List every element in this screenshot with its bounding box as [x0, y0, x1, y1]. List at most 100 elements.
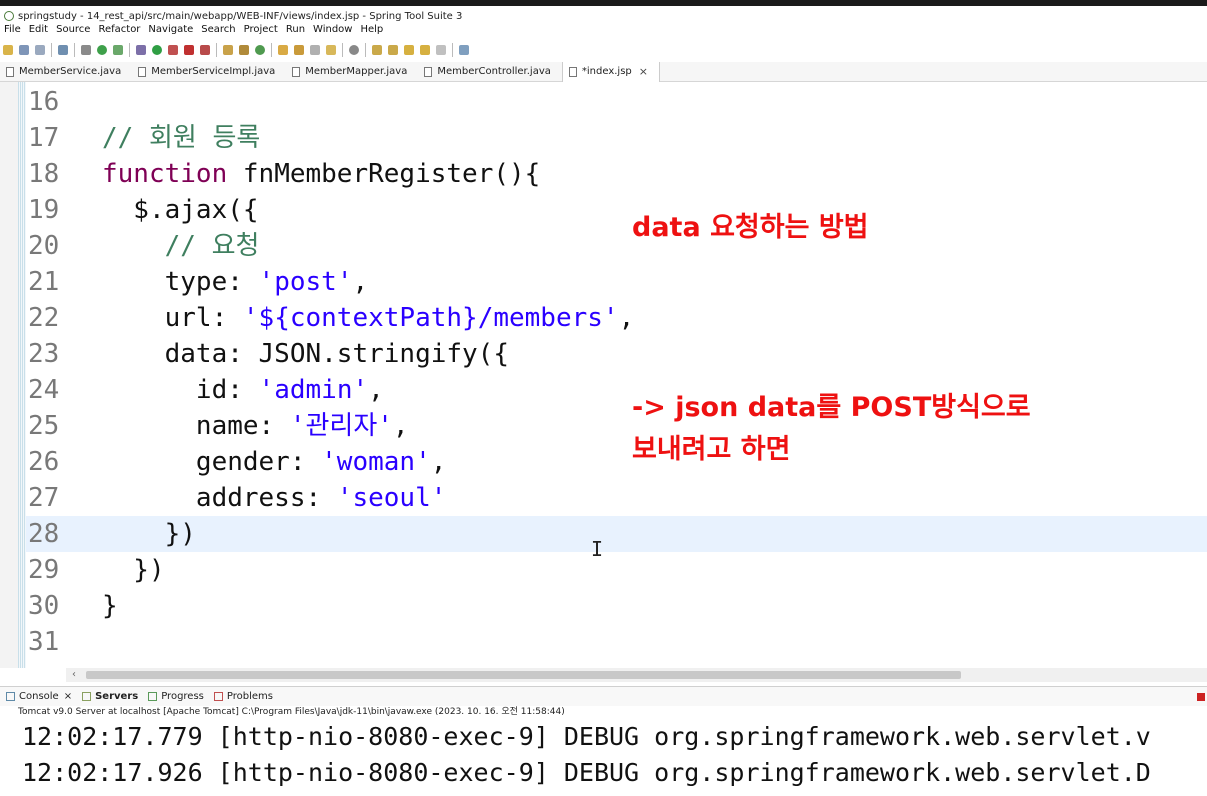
- code-line[interactable]: 30}: [26, 588, 1207, 624]
- new-file-icon[interactable]: [3, 45, 13, 55]
- scrollbar-thumb[interactable]: [86, 671, 961, 679]
- menu-navigate[interactable]: Navigate: [148, 24, 193, 35]
- menu-source[interactable]: Source: [56, 24, 90, 35]
- line-number: 30: [28, 591, 60, 621]
- code-line[interactable]: 18 function fnMemberRegister(){: [26, 156, 1207, 192]
- code-line[interactable]: 26 gender: 'woman',: [26, 444, 1207, 480]
- perspective-icon[interactable]: [459, 45, 469, 55]
- code-line[interactable]: 20 // 요청: [26, 228, 1207, 264]
- tab-membermapper[interactable]: MemberMapper.java: [286, 62, 418, 82]
- previous-annotation-icon[interactable]: [388, 45, 398, 55]
- terminate-icon[interactable]: [1197, 692, 1205, 701]
- annotation-note-1: data 요청하는 방법: [632, 212, 869, 243]
- code-line[interactable]: 31: [26, 624, 1207, 660]
- toolbar-separator: [216, 43, 217, 57]
- close-icon[interactable]: ×: [64, 691, 72, 702]
- code-token: fnMemberRegister(){: [227, 159, 541, 189]
- line-number: 20: [28, 231, 60, 261]
- tab-console[interactable]: Console ×: [6, 691, 72, 702]
- save-icon[interactable]: [19, 45, 29, 55]
- code-line[interactable]: 19 $.ajax({: [26, 192, 1207, 228]
- code-line[interactable]: 28 }): [26, 516, 1207, 552]
- line-number: 24: [28, 375, 60, 405]
- run-icon[interactable]: [152, 45, 162, 55]
- code-line[interactable]: 16: [26, 84, 1207, 120]
- open-resource-icon[interactable]: [294, 45, 304, 55]
- back-arrow-icon[interactable]: [420, 45, 430, 55]
- left-gutter: [0, 82, 18, 668]
- vertical-ruler: [18, 82, 26, 668]
- java-file-icon: [424, 66, 433, 77]
- code-line[interactable]: 29 }): [26, 552, 1207, 588]
- debug-icon[interactable]: [136, 45, 146, 55]
- skip-breakpoints-icon[interactable]: [81, 45, 91, 55]
- new-spring-icon[interactable]: [255, 45, 265, 55]
- search-icon[interactable]: [349, 45, 359, 55]
- code-token: id:: [102, 375, 259, 405]
- code-token: 'seoul': [336, 483, 447, 513]
- refresh-icon[interactable]: [113, 45, 123, 55]
- new-class-icon[interactable]: [239, 45, 249, 55]
- code-token: $.ajax({: [102, 195, 259, 225]
- scroll-left-icon[interactable]: ‹: [72, 668, 76, 682]
- tab-problems[interactable]: Problems: [213, 691, 273, 702]
- code-text: }): [102, 516, 196, 552]
- servers-icon: [82, 692, 92, 701]
- save-all-icon[interactable]: [35, 45, 45, 55]
- code-editor[interactable]: 16 17 // 회원 등록 18 function fnMemberRegister(…: [26, 82, 1207, 668]
- code-line[interactable]: 22 url: '${contextPath}/members',: [26, 300, 1207, 336]
- menu-file[interactable]: File: [4, 24, 21, 35]
- next-annotation-icon[interactable]: [372, 45, 382, 55]
- tab-membercontroller[interactable]: MemberController.java: [418, 62, 562, 82]
- open-type-icon[interactable]: [278, 45, 288, 55]
- stop-icon[interactable]: [184, 45, 194, 55]
- tab-progress[interactable]: Progress: [148, 691, 204, 702]
- code-token: url:: [102, 303, 243, 333]
- menu-refactor[interactable]: Refactor: [98, 24, 140, 35]
- open-folder-icon[interactable]: [326, 45, 336, 55]
- line-number: 21: [28, 267, 60, 297]
- line-number: 16: [28, 87, 60, 117]
- new-package-icon[interactable]: [223, 45, 233, 55]
- toolbar-separator: [365, 43, 366, 57]
- tab-label: *index.jsp: [581, 66, 632, 77]
- code-line[interactable]: 17 // 회원 등록: [26, 120, 1207, 156]
- code-line[interactable]: 27 address: 'seoul': [26, 480, 1207, 516]
- code-text: url: '${contextPath}/members',: [102, 300, 635, 336]
- horizontal-scrollbar[interactable]: ‹: [66, 668, 1207, 682]
- forward-arrow-icon[interactable]: [436, 45, 446, 55]
- menu-run[interactable]: Run: [286, 24, 305, 35]
- line-number: 31: [28, 627, 60, 657]
- tab-label: MemberServiceImpl.java: [151, 66, 276, 77]
- jsp-file-icon: [568, 66, 577, 77]
- menu-window[interactable]: Window: [313, 24, 352, 35]
- menu-edit[interactable]: Edit: [29, 24, 48, 35]
- tab-memberserviceimpl[interactable]: MemberServiceImpl.java: [132, 62, 286, 82]
- toolbar-separator: [74, 43, 75, 57]
- console-icon[interactable]: [58, 45, 68, 55]
- code-line[interactable]: 23 data: JSON.stringify({: [26, 336, 1207, 372]
- code-line[interactable]: 21 type: 'post',: [26, 264, 1207, 300]
- toolbar-separator: [129, 43, 130, 57]
- tab-memberservice[interactable]: MemberService.java: [0, 62, 132, 82]
- spring-boot-icon[interactable]: [97, 45, 107, 55]
- deploy-icon[interactable]: [200, 45, 210, 55]
- toolbar-separator: [452, 43, 453, 57]
- menu-search[interactable]: Search: [201, 24, 235, 35]
- last-edit-location-icon[interactable]: [404, 45, 414, 55]
- external-tools-icon[interactable]: [168, 45, 178, 55]
- menu-help[interactable]: Help: [360, 24, 383, 35]
- tab-servers[interactable]: Servers: [82, 691, 138, 702]
- edit-icon[interactable]: [310, 45, 320, 55]
- window-title-bar: springstudy - 14_rest_api/src/main/webap…: [0, 0, 1207, 22]
- close-icon[interactable]: ×: [639, 65, 648, 78]
- console-icon: [6, 692, 15, 701]
- code-token: 'admin': [258, 375, 369, 405]
- code-token: address:: [102, 483, 337, 513]
- tab-label: MemberService.java: [19, 66, 122, 77]
- menu-project[interactable]: Project: [244, 24, 278, 35]
- code-text: $.ajax({: [102, 192, 259, 228]
- code-token: }): [102, 519, 196, 549]
- tab-index-jsp[interactable]: *index.jsp ×: [561, 61, 660, 82]
